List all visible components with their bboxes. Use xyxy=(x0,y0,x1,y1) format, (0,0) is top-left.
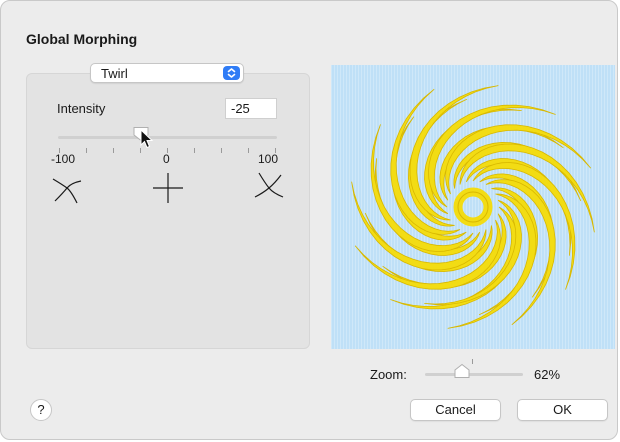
zoom-label: Zoom: xyxy=(370,367,407,382)
dialog-title: Global Morphing xyxy=(26,31,138,47)
slider-tick xyxy=(248,148,249,153)
zoom-slider-tick xyxy=(472,359,473,364)
zoom-slider-track[interactable] xyxy=(425,373,523,376)
slider-tick xyxy=(194,148,195,153)
cross-icon xyxy=(153,173,183,203)
cancel-button[interactable]: Cancel xyxy=(410,399,501,421)
design-preview xyxy=(331,65,615,349)
tick-label-mid: 0 xyxy=(163,152,170,166)
slider-tick xyxy=(113,148,114,153)
twirl-right-icon xyxy=(254,172,284,198)
intensity-input[interactable]: -25 xyxy=(225,98,277,119)
zoom-value: 62% xyxy=(534,367,561,382)
intensity-slider-track[interactable] xyxy=(58,136,277,139)
arrow-cursor-icon xyxy=(140,129,154,149)
zoom-slider-thumb[interactable] xyxy=(453,363,471,379)
global-morphing-dialog: Global Morphing Twirl Intensity -25 -100… xyxy=(0,0,618,440)
slider-tick xyxy=(221,148,222,153)
twirl-left-icon xyxy=(52,178,82,204)
ok-button[interactable]: OK xyxy=(517,399,608,421)
effect-popup-label: Twirl xyxy=(101,66,128,81)
tick-label-min: -100 xyxy=(51,152,76,166)
intensity-label: Intensity xyxy=(57,101,106,116)
slider-tick xyxy=(86,148,87,153)
up-down-chevron-icon xyxy=(223,66,240,80)
tick-label-max: 100 xyxy=(258,152,279,166)
twirl-embroidery-design xyxy=(351,85,595,329)
effect-popup[interactable]: Twirl xyxy=(90,63,244,83)
help-button[interactable]: ? xyxy=(30,399,52,421)
